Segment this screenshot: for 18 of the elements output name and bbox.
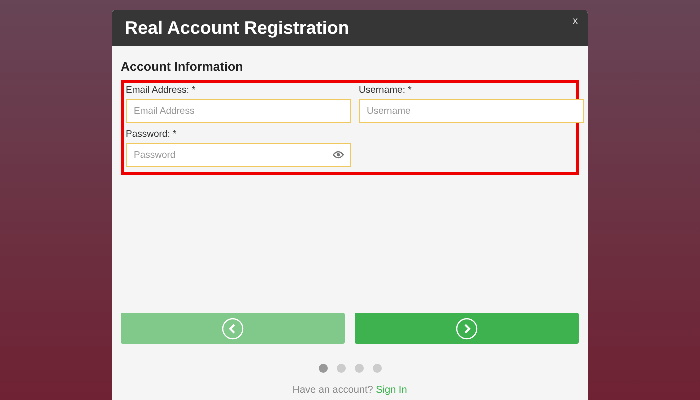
section-title: Account Information [121, 60, 244, 74]
next-button[interactable] [355, 313, 579, 344]
step-dot[interactable] [372, 364, 382, 373]
input-field[interactable]: Email Address [126, 99, 351, 123]
step-dot[interactable] [336, 364, 346, 373]
step-dot[interactable] [318, 364, 328, 373]
close-button[interactable]: x [571, 16, 580, 27]
input-field[interactable]: Password [126, 143, 351, 167]
eye-icon[interactable] [333, 151, 344, 159]
field-label: Password: * [126, 129, 178, 140]
sign-in-prompt: Have an account? Sign In [292, 385, 408, 396]
field-label: Email Address: * [126, 85, 197, 96]
step-dot[interactable] [354, 364, 364, 373]
chevron-right-icon [456, 318, 478, 340]
input-field[interactable]: Username [359, 99, 584, 123]
field-label: Username: * [359, 85, 413, 96]
window-title: Real Account Registration [125, 18, 350, 38]
chevron-left-icon [222, 318, 244, 340]
